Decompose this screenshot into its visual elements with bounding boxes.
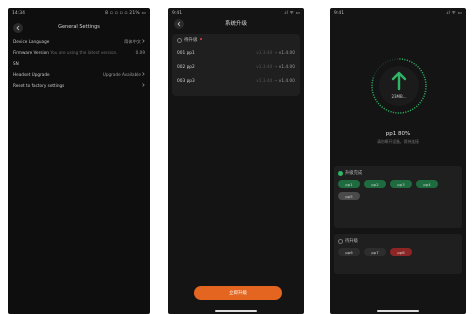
arrow-right-icon: → <box>273 78 278 84</box>
section-header: 待升级 <box>334 234 462 248</box>
header: General Settings <box>8 20 150 36</box>
item-to-version: v1.4.00 <box>278 50 295 56</box>
home-indicator <box>377 310 419 312</box>
device-chip[interactable]: pp2 <box>364 180 386 188</box>
progress-label: pp1 80% <box>385 131 411 137</box>
chip-list: pp1 pp2 pp3 pp4 pp5 <box>334 180 462 200</box>
item-to-version: v1.4.00 <box>278 78 295 84</box>
setting-value: Upgrade Available <box>102 72 141 77</box>
setting-sn: SN <box>8 58 150 69</box>
phone-upgrade-progress: 9:41 .ıl ᯤ ▭ 23MB... pp1 80% 请勿断开设备，保持连接… <box>330 8 466 314</box>
chevron-right-icon <box>142 39 145 44</box>
header: 系统升级 <box>168 18 304 30</box>
status-bar: 9:41 .ıl ᯤ ▭ <box>168 8 304 18</box>
section-title: 待升级 <box>345 239 358 244</box>
device-chip[interactable]: pp7 <box>364 248 386 256</box>
phone-system-upgrade: 9:41 .ıl ᯤ ▭ 系统升级 待升级 001 pp1 v1.3.44 → … <box>168 8 304 314</box>
chevron-right-icon <box>142 83 145 88</box>
device-chip[interactable]: pp4 <box>416 180 438 188</box>
status-icons: 8 ▫ ▫ ▫ ▫ 21% ▭ <box>105 10 146 16</box>
check-circle-icon <box>338 170 343 176</box>
item-name: 002 pp2 <box>177 64 195 70</box>
pending-card-header[interactable]: 待升级 <box>172 34 300 46</box>
status-icons: .ıl ᯤ ▭ <box>445 11 462 16</box>
setting-label: Firmware Version <box>13 50 49 55</box>
page-title: 系统升级 <box>224 21 247 27</box>
phone-general-settings: 14:34 8 ▫ ▫ ▫ ▫ 21% ▭ General Settings D… <box>8 8 150 314</box>
setting-value: 简体中文 <box>124 38 141 44</box>
upgraded-section: 升级完成 pp1 pp2 pp3 pp4 pp5 <box>334 166 462 228</box>
status-time: 9:41 <box>172 10 183 16</box>
checkbox-icon[interactable] <box>338 238 343 244</box>
item-from-version: v1.3.44 <box>256 64 273 70</box>
status-bar: 9:41 .ıl ᯤ ▭ <box>330 8 466 18</box>
item-to-version: v1.4.00 <box>278 64 295 70</box>
device-chip[interactable]: pp3 <box>390 180 412 188</box>
device-chip[interactable]: pp1 <box>338 180 360 188</box>
item-from-version: v1.3.44 <box>256 78 273 84</box>
setting-firmware-version: Firmware Version You are using the lates… <box>8 47 150 58</box>
chevron-right-icon <box>142 72 145 77</box>
pending-card: 待升级 001 pp1 v1.3.44 → v1.4.00 002 pp2 v1… <box>172 34 300 96</box>
page-title: General Settings <box>58 24 100 30</box>
upgrade-now-button[interactable]: 立即升级 <box>194 286 282 300</box>
setting-device-language[interactable]: Device Language 简体中文 <box>8 36 150 47</box>
item-from-version: v1.3.44 <box>256 50 273 56</box>
setting-label: Device Language <box>13 39 50 44</box>
notification-dot <box>199 37 202 40</box>
card-title: 待升级 <box>184 38 198 43</box>
setting-value: 0.09 <box>135 50 145 55</box>
list-item[interactable]: 001 pp1 v1.3.44 → v1.4.00 <box>172 46 300 60</box>
progress-subtext: 请勿断开设备，保持连接 <box>377 139 419 144</box>
device-chip[interactable]: pp6 <box>338 248 360 256</box>
arrow-right-icon: → <box>273 50 278 56</box>
section-title: 升级完成 <box>345 171 363 176</box>
status-bar: 14:34 8 ▫ ▫ ▫ ▫ 21% ▭ <box>8 8 150 18</box>
device-chip[interactable]: pp8 <box>390 248 412 256</box>
ring-text: 23MB... <box>391 94 406 99</box>
pending-section: 待升级 pp6 pp7 pp8 <box>334 234 462 274</box>
progress-ring: 23MB... <box>369 56 429 116</box>
setting-label: SN <box>13 61 19 66</box>
status-time: 14:34 <box>12 10 25 16</box>
status-icons: .ıl ᯤ ▭ <box>283 11 300 16</box>
setting-reset-factory[interactable]: Reset to factory settings <box>8 80 150 91</box>
setting-label: Headset Upgrade <box>13 72 50 77</box>
section-header: 升级完成 <box>334 166 462 180</box>
item-name: 003 pp3 <box>177 78 195 84</box>
list-item[interactable]: 003 pp3 v1.3.44 → v1.4.00 <box>172 74 300 88</box>
status-time: 9:41 <box>334 10 345 16</box>
setting-label: Reset to factory settings <box>13 83 65 88</box>
firmware-note: You are using the latest version. <box>50 50 118 55</box>
item-name: 001 pp1 <box>177 50 195 56</box>
device-chip[interactable]: pp5 <box>338 192 360 200</box>
home-indicator <box>215 310 257 312</box>
list-item[interactable]: 002 pp2 v1.3.44 → v1.4.00 <box>172 60 300 74</box>
setting-headset-upgrade[interactable]: Headset Upgrade Upgrade Available <box>8 69 150 80</box>
arrow-right-icon: → <box>273 64 278 70</box>
checkbox-icon[interactable] <box>177 37 182 43</box>
chip-list: pp6 pp7 pp8 <box>334 248 462 256</box>
